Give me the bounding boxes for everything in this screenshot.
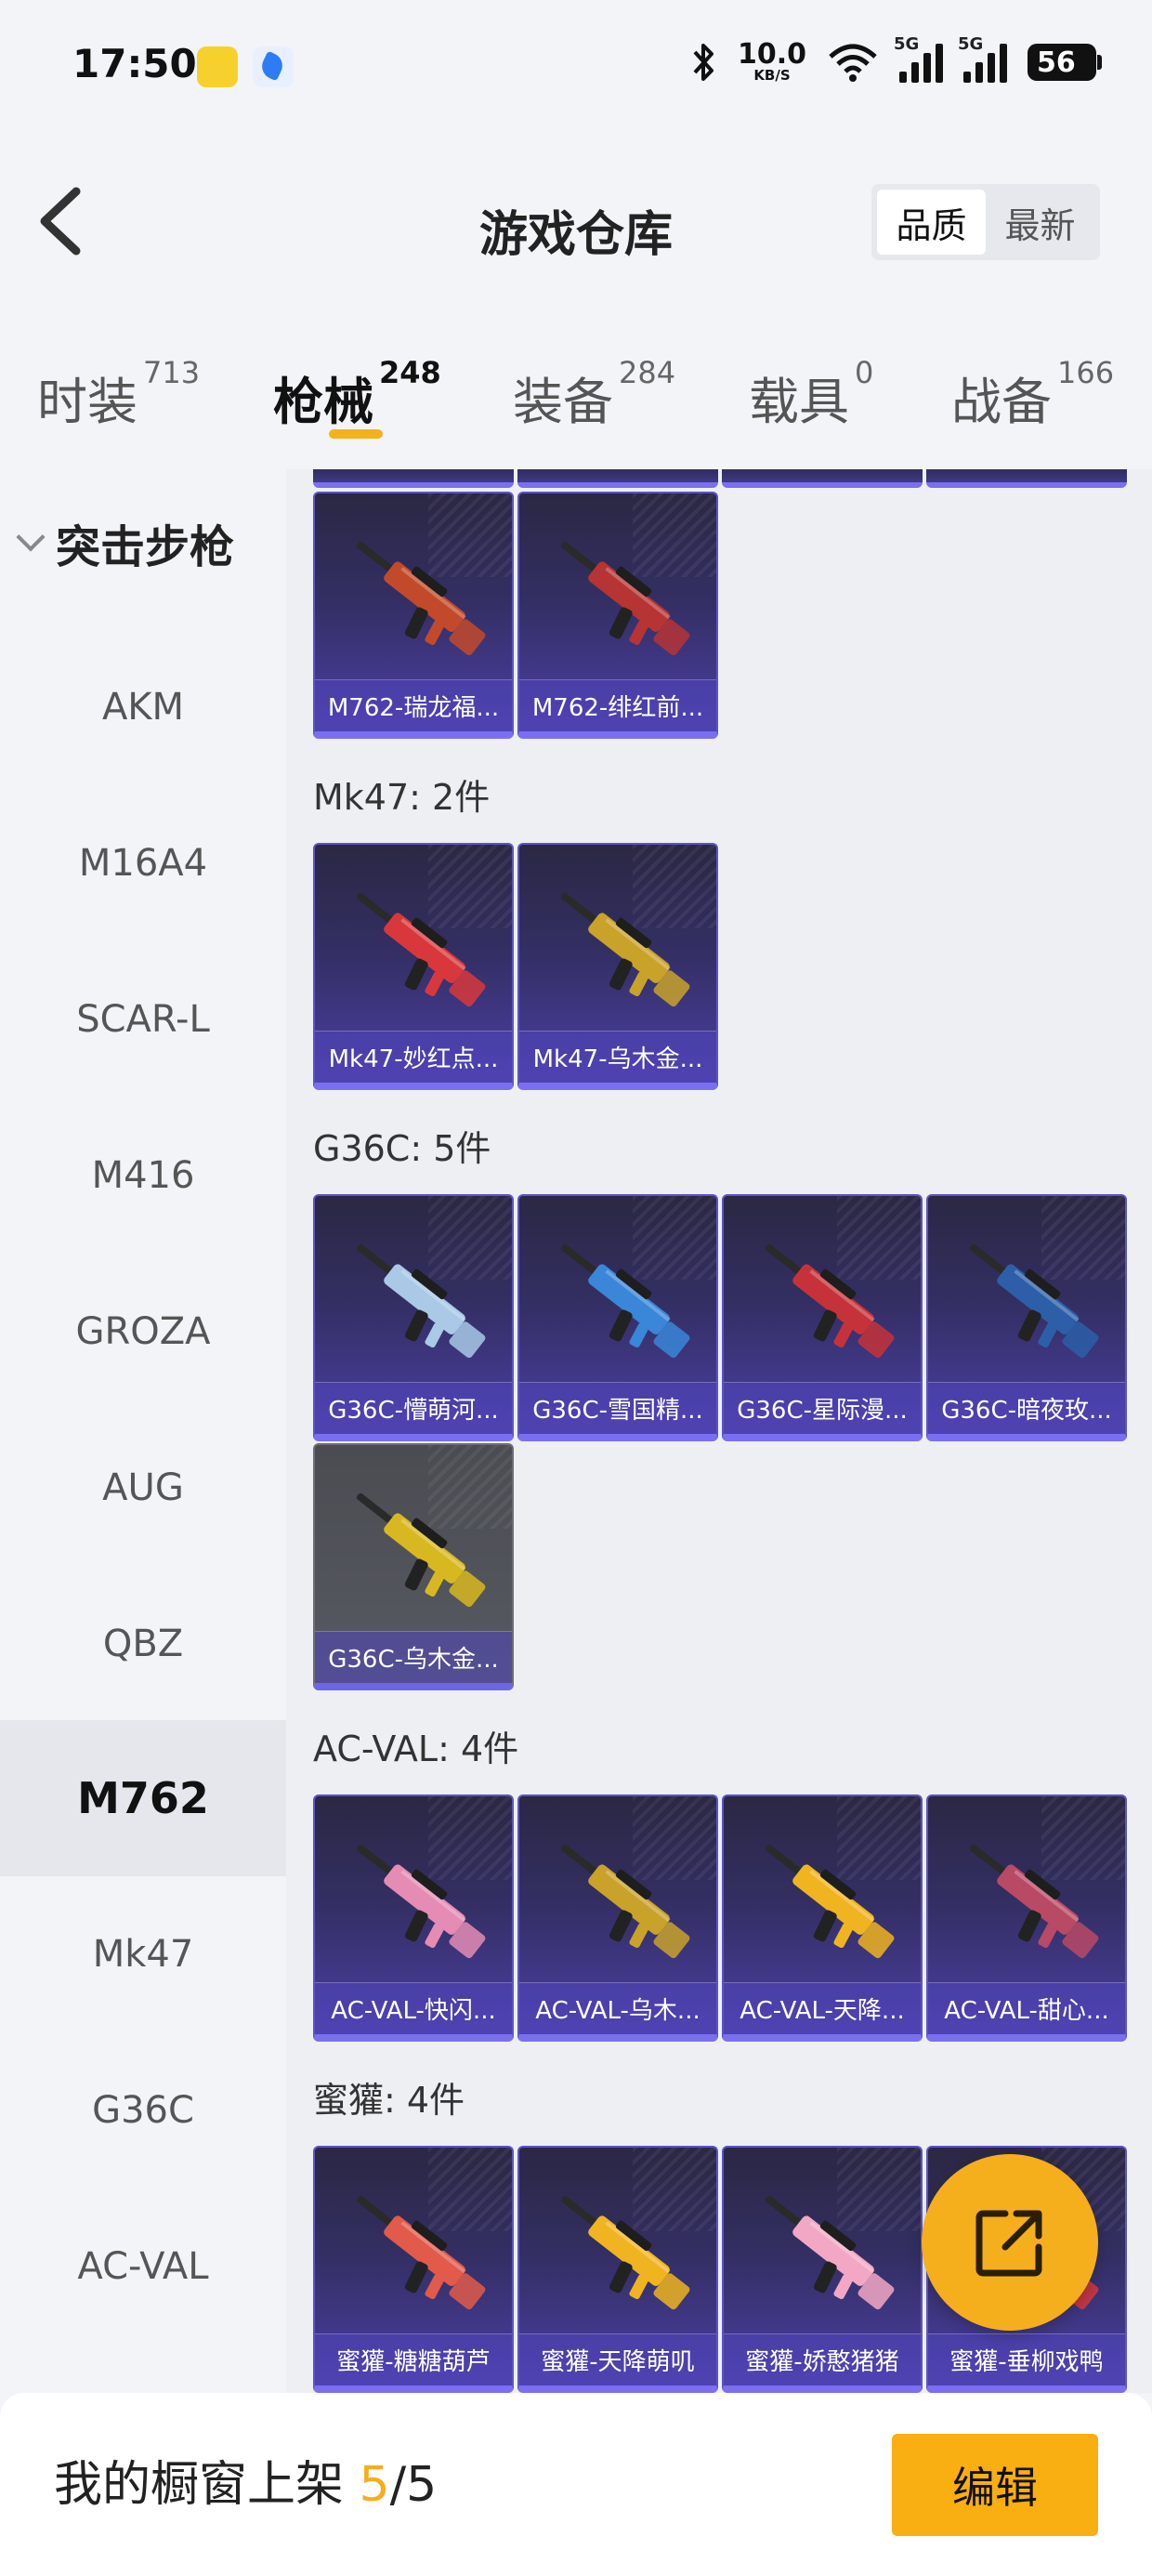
rifle-skin-icon <box>969 1844 1099 1959</box>
sort-option-quality[interactable]: 品质 <box>877 190 986 255</box>
item-card-partial[interactable] <box>517 469 718 488</box>
sidebar-item-m762[interactable]: M762 <box>0 1720 286 1876</box>
item-card-label: G36C-懵萌河... <box>315 1382 512 1434</box>
chevron-down-icon <box>16 522 46 552</box>
sort-option-latest[interactable]: 最新 <box>986 190 1094 255</box>
edit-button[interactable]: 编辑 <box>892 2434 1098 2536</box>
item-grid: M762-瑞龙福... M762-绯红前... Mk47: 2件 Mk47-妙红… <box>286 469 1152 2393</box>
rifle-skin-icon <box>765 1243 895 1359</box>
rifle-skin-icon <box>560 2195 690 2310</box>
shelf-status: 我的橱窗上架 5/5 <box>54 2457 438 2513</box>
sidebar-item-aug[interactable]: AUG <box>0 1410 286 1566</box>
wifi-icon <box>829 44 877 82</box>
item-card-label: AC-VAL-快闪... <box>315 1982 512 2034</box>
item-card[interactable]: G36C-暗夜玫... <box>926 1194 1127 1441</box>
item-card[interactable]: G36C-懵萌河... <box>313 1194 514 1441</box>
net-speed: 10.0 KB/S <box>737 38 806 84</box>
sidebar-item-qbz[interactable]: QBZ <box>0 1566 286 1722</box>
item-card[interactable]: G36C-乌木金... <box>313 1443 514 1690</box>
sort-toggle: 品质 最新 <box>871 184 1100 260</box>
battery-indicator: 56 <box>1028 44 1102 81</box>
bluetooth-icon <box>693 44 713 81</box>
item-card-label: 蜜獾-糖糖葫芦 <box>315 2333 512 2385</box>
sidebar-item-akm[interactable]: AKM <box>0 629 286 785</box>
bottom-bar: 我的橱窗上架 5/5 编辑 <box>0 2393 1152 2576</box>
rifle-skin-icon <box>560 892 690 1007</box>
item-card[interactable]: AC-VAL-乌木... <box>517 1794 718 2042</box>
active-tab-indicator <box>329 429 383 439</box>
item-card-label: 蜜獾-天降萌叽 <box>519 2333 716 2385</box>
sidebar-item-m16a4[interactable]: M16A4 <box>0 785 286 941</box>
item-card[interactable]: G36C-星际漫... <box>722 1194 923 1441</box>
rifle-skin-icon <box>560 1844 690 1959</box>
rifle-skin-icon <box>356 1492 486 1608</box>
item-card[interactable]: 蜜獾-娇憨猪猪 <box>722 2146 923 2393</box>
sidebar-item-scar-l[interactable]: SCAR-L <box>0 941 286 1097</box>
sidebar-item-m416[interactable]: M416 <box>0 1097 286 1254</box>
group-title-ac-val: AC-VAL: 4件 <box>313 1728 519 1769</box>
tab-supplies[interactable]: 战备 166 <box>951 355 1114 434</box>
item-card[interactable]: M762-瑞龙福... <box>313 492 514 739</box>
item-card-label: G36C-星际漫... <box>724 1382 921 1434</box>
item-card-label: M762-瑞龙福... <box>315 679 512 731</box>
item-card-partial[interactable] <box>722 469 923 488</box>
item-card-label: Mk47-乌木金... <box>519 1031 716 1083</box>
rifle-skin-icon <box>560 1243 690 1359</box>
item-card-label: 蜜獾-垂柳戏鸭 <box>928 2333 1125 2385</box>
item-card-label: G36C-乌木金... <box>315 1631 512 1683</box>
tab-fashion[interactable]: 时装 713 <box>37 355 200 434</box>
rifle-skin-icon <box>356 2195 486 2310</box>
sidebar-item-g36c[interactable]: G36C <box>0 2032 286 2188</box>
item-card-label: AC-VAL-乌木... <box>519 1982 716 2034</box>
item-card[interactable]: AC-VAL-甜心... <box>926 1794 1127 2042</box>
group-title-honey-badger: 蜜獾: 4件 <box>313 2080 465 2121</box>
status-icons: 10.0 KB/S 5G 5G 56 <box>691 34 1102 84</box>
item-card-label: Mk47-妙红点... <box>315 1031 512 1083</box>
group-title-mk47: Mk47: 2件 <box>313 777 491 818</box>
tab-equipment[interactable]: 装备 284 <box>513 355 675 434</box>
share-external-icon <box>975 2210 1042 2277</box>
rifle-skin-icon <box>969 1243 1099 1359</box>
sidebar-item-mk47[interactable]: Mk47 <box>0 1876 286 2032</box>
rifle-skin-icon <box>765 1844 895 1959</box>
item-card-partial[interactable] <box>313 469 514 488</box>
group-title-g36c: G36C: 5件 <box>313 1128 491 1169</box>
rifle-skin-icon <box>560 541 690 656</box>
item-card[interactable]: Mk47-乌木金... <box>517 843 718 1090</box>
item-card[interactable]: Mk47-妙红点... <box>313 843 514 1090</box>
item-card-label: AC-VAL-甜心... <box>928 1982 1125 2034</box>
app-notification-icon <box>253 46 294 87</box>
sidebar-item-ac-val[interactable]: AC-VAL <box>0 2188 286 2345</box>
weapon-sidebar: 突击步枪 AKM M16A4 SCAR-L M416 GROZA AUG QBZ… <box>0 469 286 2393</box>
item-card[interactable]: 蜜獾-糖糖葫芦 <box>313 2146 514 2393</box>
item-card-label: G36C-雪国精... <box>519 1382 716 1434</box>
category-tabs: 时装 713 枪械 248 装备 284 载具 0 战备 166 <box>0 335 1152 465</box>
item-card[interactable]: AC-VAL-快闪... <box>313 1794 514 2042</box>
app-notification-icon <box>197 46 238 87</box>
item-card-label: M762-绯红前... <box>519 679 716 731</box>
item-card-label: 蜜獾-娇憨猪猪 <box>724 2333 921 2385</box>
rifle-skin-icon <box>356 541 486 656</box>
status-time: 17:50 <box>72 41 197 86</box>
item-card-partial[interactable] <box>926 469 1127 488</box>
status-bar: 17:50 10.0 KB/S 5G 5G 56 <box>0 0 1152 139</box>
item-card[interactable]: AC-VAL-天降... <box>722 1794 923 2042</box>
item-card-label: G36C-暗夜玫... <box>928 1382 1125 1434</box>
signal-icon: 5G <box>958 34 1007 83</box>
tab-vehicles[interactable]: 载具 0 <box>749 355 873 434</box>
item-card[interactable]: G36C-雪国精... <box>517 1194 718 1441</box>
tab-guns[interactable]: 枪械 248 <box>273 355 441 434</box>
rifle-skin-icon <box>356 1844 486 1959</box>
item-card-label: AC-VAL-天降... <box>724 1982 921 2034</box>
share-button[interactable] <box>922 2154 1098 2331</box>
category-header[interactable]: 突击步枪 <box>16 510 234 575</box>
rifle-skin-icon <box>356 892 486 1007</box>
item-card[interactable]: M762-绯红前... <box>517 492 718 739</box>
item-card[interactable]: 蜜獾-天降萌叽 <box>517 2146 718 2393</box>
rifle-skin-icon <box>765 2195 895 2310</box>
signal-icon: 5G <box>894 34 943 83</box>
rifle-skin-icon <box>356 1243 486 1359</box>
sidebar-item-groza[interactable]: GROZA <box>0 1254 286 1410</box>
